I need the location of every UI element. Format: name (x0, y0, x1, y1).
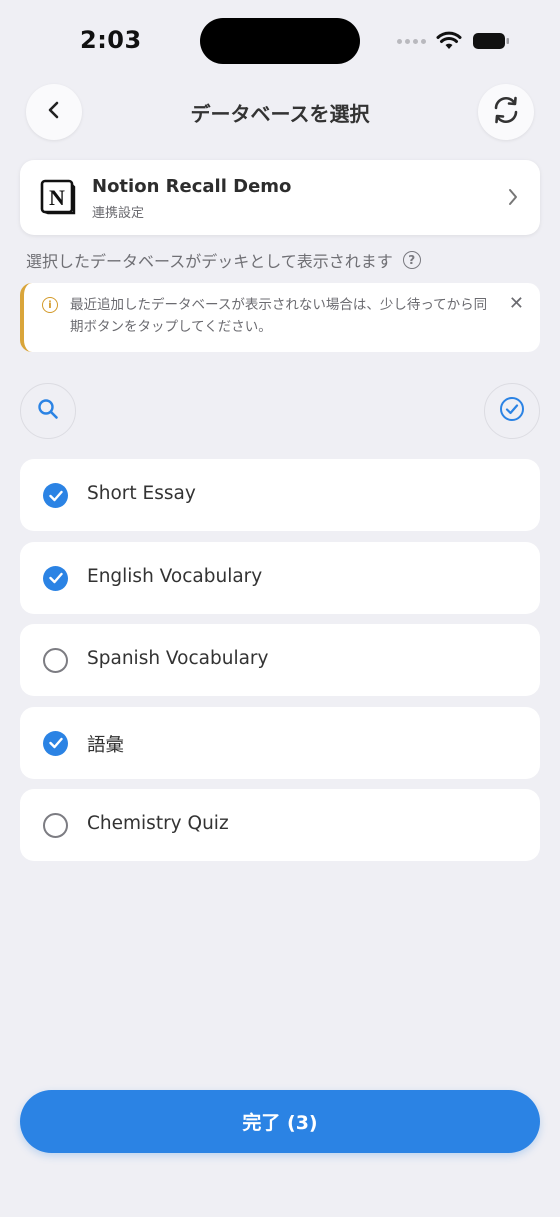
database-item[interactable]: 語彙 (20, 706, 540, 779)
select-all-button[interactable] (484, 383, 540, 439)
chevron-right-icon (508, 188, 518, 210)
sync-button[interactable] (478, 84, 534, 140)
database-label: English Vocabulary (87, 565, 263, 587)
checked-circle-icon (43, 483, 68, 508)
page-title: データベースを選択 (190, 102, 370, 126)
unchecked-circle-icon (43, 813, 68, 838)
status-bar: 2:03 (0, 0, 560, 80)
database-label: Chemistry Quiz (87, 813, 229, 834)
database-label: Short Essay (87, 483, 196, 504)
search-button[interactable] (20, 383, 76, 439)
hint-text: 選択したデータベースがデッキとして表示されます (26, 252, 393, 271)
close-icon[interactable]: ✕ (509, 293, 524, 315)
search-icon (37, 398, 59, 424)
dynamic-island (200, 18, 360, 64)
status-icons (397, 28, 510, 54)
workspace-name: Notion Recall Demo (92, 176, 292, 197)
battery-icon (472, 31, 510, 51)
integration-settings-card[interactable]: N Notion Recall Demo 連携設定 (20, 160, 540, 235)
info-notice: i 最近追加したデータベースが表示されない場合は、少し待ってから同期ボタンをタッ… (20, 283, 540, 352)
wifi-icon (436, 31, 462, 51)
info-icon: i (42, 297, 58, 313)
database-item[interactable]: Chemistry Quiz (20, 789, 540, 861)
nav-bar: データベースを選択 (0, 84, 560, 140)
integration-settings-label: 連携設定 (92, 206, 145, 221)
cellular-signal-icon (397, 38, 426, 44)
status-time: 2:03 (80, 26, 142, 54)
done-button[interactable]: 完了 (3) (20, 1090, 540, 1153)
database-item[interactable]: English Vocabulary (20, 541, 540, 614)
help-icon[interactable]: ? (402, 251, 421, 269)
database-label: 語彙 (87, 734, 125, 756)
notice-text: 最近追加したデータベースが表示されない場合は、少し待ってから同期ボタンをタップし… (70, 297, 488, 335)
database-item[interactable]: Spanish Vocabulary (20, 624, 540, 696)
database-label: Spanish Vocabulary (87, 648, 269, 669)
check-circle-icon (499, 396, 525, 426)
hint-row: 選択したデータベースがデッキとして表示されます ? (26, 248, 421, 272)
unchecked-circle-icon (43, 648, 68, 673)
notion-logo-icon: N (40, 179, 76, 215)
notion-logo-letter: N (49, 185, 65, 210)
sync-icon (490, 94, 522, 130)
database-item[interactable]: Short Essay (20, 459, 540, 531)
database-list: Short Essay English Vocabulary Spanish V… (20, 459, 540, 872)
checked-circle-icon (43, 565, 68, 591)
checked-circle-icon (43, 730, 68, 756)
